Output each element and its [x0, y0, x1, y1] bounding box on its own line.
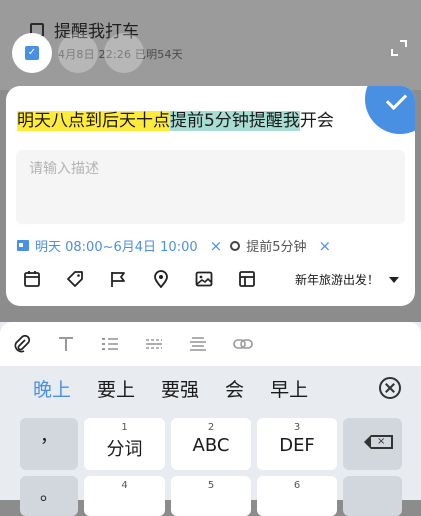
calendar-icon[interactable]: [22, 269, 41, 288]
candidate-1[interactable]: 晚上: [0, 375, 84, 402]
location-icon[interactable]: [151, 269, 170, 288]
candidate-4[interactable]: 会: [212, 375, 257, 402]
highlight-date-text: 明天八点到后天十点: [17, 111, 170, 131]
key-6[interactable]: 6: [257, 476, 337, 516]
divider-icon[interactable]: [145, 335, 163, 353]
key-4[interactable]: 4: [84, 476, 165, 516]
template-icon[interactable]: [237, 269, 256, 288]
card-toolbar: [22, 269, 256, 288]
alarm-icon: [230, 240, 241, 251]
candidate-3[interactable]: 要强: [148, 375, 212, 402]
timer-action-button[interactable]: [104, 33, 144, 73]
link-icon[interactable]: [233, 335, 253, 353]
reminder-chip-close-icon[interactable]: ×: [319, 237, 332, 255]
attachment-icon[interactable]: [13, 334, 31, 353]
background-task-list: 提醒我打车 4月8日 22:26 已明54天 ✓: [0, 0, 421, 90]
image-icon[interactable]: [194, 269, 213, 288]
align-icon[interactable]: [189, 335, 207, 353]
candidate-5[interactable]: 早上: [257, 375, 321, 402]
confirm-button[interactable]: [365, 86, 415, 134]
date-chip-label: 明天 08:00~6月4日 10:00: [35, 240, 198, 255]
reminder-chip-label: 提前5分钟: [246, 240, 307, 255]
candidate-bar: 晚上 要上 要强 会 早上: [0, 366, 421, 410]
task-title-input[interactable]: 明天八点到后天十点提前5分钟提醒我开会: [17, 106, 334, 131]
text-format-icon[interactable]: [57, 335, 75, 353]
date-chip[interactable]: 明天 08:00~6月4日 10:00 ×: [17, 236, 222, 255]
numbered-list-icon[interactable]: [101, 335, 119, 353]
candidate-2[interactable]: 要上: [84, 375, 148, 402]
date-chip-close-icon[interactable]: ×: [210, 237, 223, 255]
key-1[interactable]: 1 分词: [84, 418, 165, 470]
expand-icon[interactable]: [391, 40, 407, 56]
project-selector[interactable]: 新年旅游出发！: [295, 271, 399, 288]
reminder-chip[interactable]: 提前5分钟 ×: [230, 236, 331, 255]
flag-icon[interactable]: [108, 269, 127, 288]
background-action-circles: ✓: [12, 33, 144, 73]
key-period[interactable]: 。: [20, 476, 78, 516]
close-candidates-icon[interactable]: [379, 377, 401, 399]
calendar-icon: [17, 240, 29, 251]
checked-icon: ✓: [25, 46, 39, 60]
description-input[interactable]: [27, 160, 391, 178]
quick-add-card: 明天八点到后天十点提前5分钟提醒我开会 明天 08:00~6月4日 10:00 …: [6, 86, 415, 306]
backspace-icon: ×: [364, 435, 393, 449]
soft-keyboard: 晚上 要上 要强 会 早上 ， 1 分词 2 ABC 3 DEF × 。 4 5…: [0, 322, 421, 516]
keyboard-toolbar: [0, 322, 421, 366]
check-icon: [385, 88, 408, 111]
checkbox-action-button[interactable]: ✓: [12, 33, 52, 73]
title-rest-text: 开会: [299, 111, 334, 131]
key-2[interactable]: 2 ABC: [171, 418, 251, 470]
key-comma[interactable]: ，: [20, 418, 78, 470]
key-side-right[interactable]: [343, 476, 402, 516]
parsed-chips: 明天 08:00~6月4日 10:00 × 提前5分钟 ×: [17, 236, 331, 255]
description-box[interactable]: [16, 150, 405, 224]
backspace-key[interactable]: ×: [343, 418, 402, 470]
tag-icon[interactable]: [65, 269, 84, 288]
project-name: 新年旅游出发！: [294, 273, 379, 287]
key-5[interactable]: 5: [171, 476, 251, 516]
chevron-down-icon: [389, 276, 399, 283]
highlight-reminder-text: 提前5分钟提醒我: [170, 111, 300, 131]
leaf-action-button[interactable]: [58, 33, 98, 73]
key-3[interactable]: 3 DEF: [257, 418, 337, 470]
